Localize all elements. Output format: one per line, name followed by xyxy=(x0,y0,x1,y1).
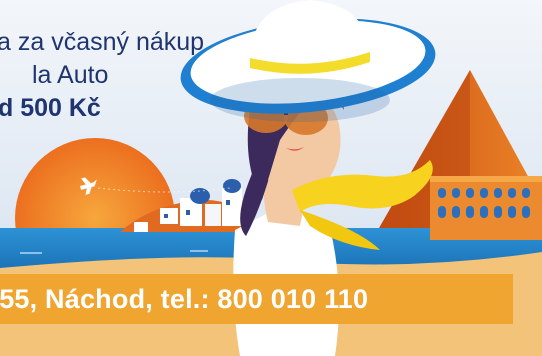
colosseum xyxy=(430,176,542,240)
contact-banner[interactable]: 955, Náchod, tel.: 800 010 110 xyxy=(0,274,513,324)
promo-line-1: a za včasný nákup xyxy=(0,28,205,56)
promo-text-block: a za včasný nákup la Auto d 500 Kč xyxy=(0,26,204,125)
contact-text: 955, Náchod, tel.: 800 010 110 xyxy=(0,283,369,314)
promo-line-2: la Auto xyxy=(32,61,109,89)
promo-line-3: d 500 Kč xyxy=(0,94,101,122)
